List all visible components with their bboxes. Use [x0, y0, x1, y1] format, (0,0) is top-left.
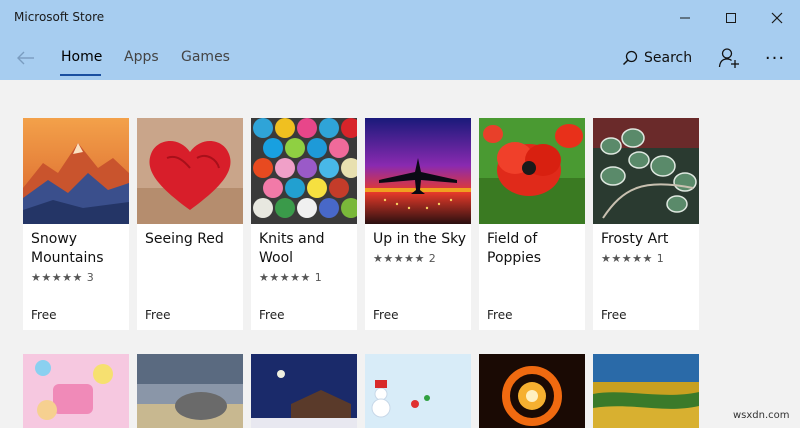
card-title: Snowy Mountains	[31, 231, 104, 266]
more-icon: ···	[764, 47, 786, 69]
airplane-image-icon	[365, 118, 471, 224]
tab-games[interactable]: Games	[181, 49, 230, 65]
minimize-button[interactable]	[662, 0, 708, 36]
add-user-icon	[718, 48, 739, 68]
card-price: Free	[259, 308, 285, 322]
card-row2-1[interactable]	[23, 354, 129, 428]
yarn-image-icon	[251, 118, 357, 224]
card-seeing-red[interactable]: Seeing Red Free	[137, 118, 243, 330]
watermark: wsxdn.com	[733, 410, 790, 421]
card-title: Frosty Art	[601, 231, 669, 247]
card-price: Free	[601, 308, 627, 322]
card-row2-2[interactable]	[137, 354, 243, 428]
card-up-in-the-sky[interactable]: Up in the Sky ★★★★★ 2 Free	[365, 118, 471, 330]
tab-home[interactable]: Home	[61, 49, 102, 65]
card-image	[593, 118, 699, 224]
back-arrow-icon	[17, 51, 34, 65]
title-bar: Microsoft Store	[0, 0, 800, 36]
search-icon	[622, 50, 638, 66]
frost-leaves-image-icon	[593, 118, 699, 224]
fire-ring-image-icon	[479, 354, 585, 428]
card-title: Knits and Wool	[259, 231, 325, 266]
card-knits-and-wool[interactable]: Knits and Wool ★★★★★ 1 Free	[251, 118, 357, 330]
card-title: Field of Poppies	[487, 231, 542, 266]
card-price: Free	[487, 308, 513, 322]
more-button[interactable]: ···	[760, 44, 790, 72]
card-row2-3[interactable]	[251, 354, 357, 428]
minimize-icon	[680, 17, 690, 19]
maximize-button[interactable]	[708, 0, 754, 36]
close-button[interactable]	[754, 0, 800, 36]
card-price: Free	[373, 308, 399, 322]
cartoon-image-icon	[23, 354, 129, 428]
heart-image-icon	[137, 118, 243, 224]
card-rating: ★★★★★ 2	[373, 252, 437, 265]
maximize-icon	[726, 13, 736, 23]
rhino-image-icon	[137, 354, 243, 428]
card-snowy-mountains[interactable]: Snowy Mountains ★★★★★ 3 Free	[23, 118, 129, 330]
snowman-image-icon	[365, 354, 471, 428]
nav-bar: Home Apps Games Search ···	[0, 36, 800, 80]
search-label: Search	[644, 50, 693, 66]
card-row2-4[interactable]	[365, 354, 471, 428]
night-house-image-icon	[251, 354, 357, 428]
search-button[interactable]: Search	[622, 44, 692, 72]
tab-apps[interactable]: Apps	[124, 49, 159, 65]
close-icon	[771, 12, 783, 24]
card-field-of-poppies[interactable]: Field of Poppies Free	[479, 118, 585, 330]
card-title: Up in the Sky	[373, 231, 467, 247]
card-title: Seeing Red	[145, 231, 224, 247]
account-button[interactable]	[714, 44, 744, 72]
card-row2-5[interactable]	[479, 354, 585, 428]
app-title: Microsoft Store	[14, 10, 105, 24]
card-image	[137, 118, 243, 224]
card-price: Free	[31, 308, 57, 322]
card-row2-6[interactable]	[593, 354, 699, 428]
card-price: Free	[145, 308, 171, 322]
card-frosty-art[interactable]: Frosty Art ★★★★★ 1 Free	[593, 118, 699, 330]
card-rating: ★★★★★ 1	[259, 271, 323, 284]
card-image	[251, 118, 357, 224]
field-image-icon	[593, 354, 699, 428]
card-image	[479, 118, 585, 224]
poppy-image-icon	[479, 118, 585, 224]
active-tab-indicator	[60, 74, 101, 76]
back-button[interactable]	[12, 44, 40, 72]
card-image	[23, 118, 129, 224]
card-rating: ★★★★★ 3	[31, 271, 95, 284]
mountain-image-icon	[23, 118, 129, 224]
card-image	[365, 118, 471, 224]
card-rating: ★★★★★ 1	[601, 252, 665, 265]
